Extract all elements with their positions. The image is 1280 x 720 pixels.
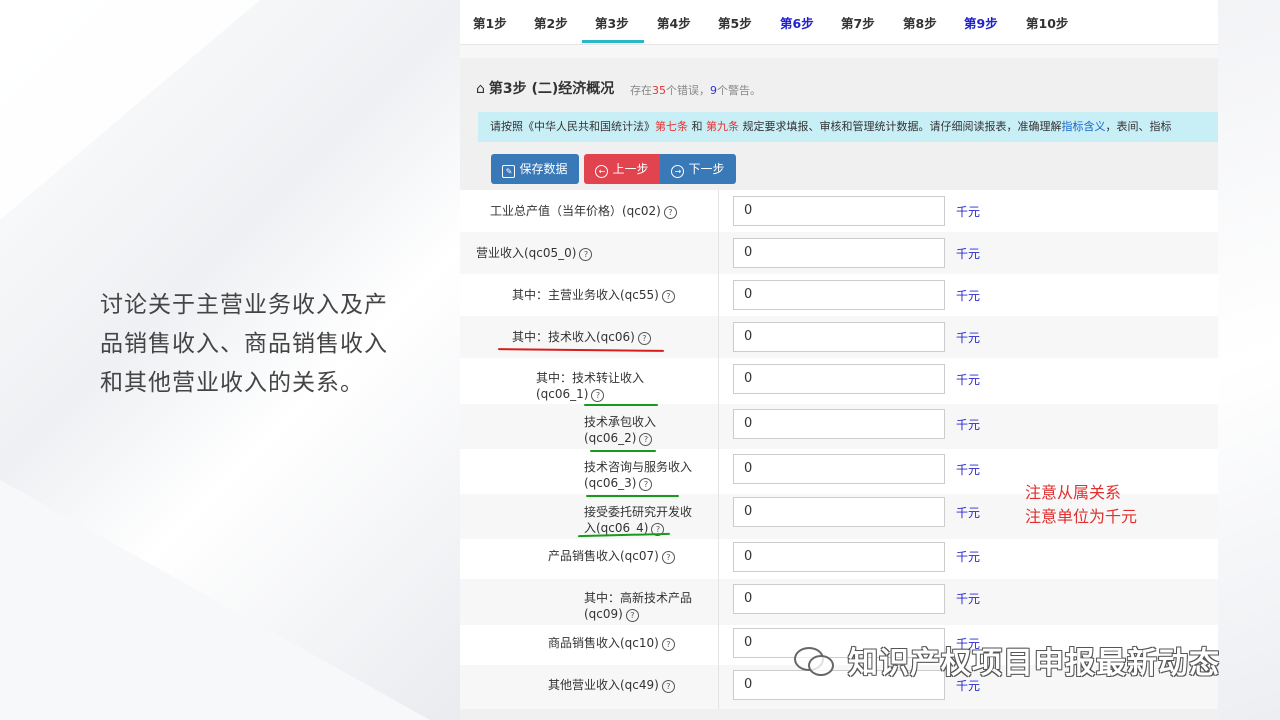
help-icon[interactable]: ? (591, 389, 605, 402)
unit-link[interactable]: 千元 (956, 203, 980, 220)
qc06-2-input[interactable]: 0 (733, 409, 945, 439)
qc06-3-input[interactable]: 0 (733, 454, 945, 484)
indicator-meaning-link[interactable]: 指标含义 (1062, 120, 1106, 133)
form-row: 工业总产值（当年价格）(qc02)? 0 千元 (460, 190, 1218, 232)
unit-link[interactable]: 千元 (956, 590, 980, 607)
unit-link[interactable]: 千元 (956, 245, 980, 262)
qc06-1-input[interactable]: 0 (733, 364, 945, 394)
page-title: ⌂ 第3步 (二)经济概况 (476, 81, 615, 97)
save-button[interactable]: ✎ 保存数据 (491, 154, 579, 184)
wechat-icon (794, 643, 836, 677)
help-icon[interactable]: ? (661, 551, 675, 564)
arrow-right-circle-icon: → (671, 165, 685, 178)
arrow-left-circle-icon: ← (595, 165, 609, 178)
form-row: 产品销售收入(qc07)? 0 千元 (460, 539, 1218, 579)
unit-link[interactable]: 千元 (956, 371, 980, 388)
qc02-input[interactable]: 0 (733, 196, 945, 226)
tab-step-6[interactable]: 第6步 (780, 13, 814, 32)
qc07-input[interactable]: 0 (733, 542, 945, 572)
previous-step-button[interactable]: ← 上一步 (584, 154, 660, 184)
error-count: 35 (652, 84, 666, 97)
help-icon[interactable]: ? (661, 290, 675, 303)
active-tab-indicator (582, 40, 644, 43)
form-row: 营业收入(qc05_0)? 0 千元 (460, 232, 1218, 274)
green-underline (590, 450, 656, 452)
background-shape (0, 480, 430, 720)
annotation-note: 注意从属关系 注意单位为千元 (1025, 483, 1138, 526)
help-icon[interactable]: ? (639, 478, 653, 491)
qc05-0-input[interactable]: 0 (733, 238, 945, 268)
help-icon[interactable]: ? (661, 680, 675, 693)
tab-step-1[interactable]: 第1步 (473, 13, 507, 32)
tab-step-2[interactable]: 第2步 (534, 13, 568, 32)
form-row: 其中：技术转让收入(qc06_1)? 0 千元 (460, 358, 1218, 404)
help-icon[interactable]: ? (663, 206, 677, 219)
unit-link[interactable]: 千元 (956, 548, 980, 565)
form-row: 其中：技术收入(qc06)? 0 千元 (460, 316, 1218, 358)
step-tabs: 第1步 第2步 第3步 第4步 第5步 第6步 第7步 第8步 第9步 第10步 (460, 0, 1218, 45)
tab-step-8[interactable]: 第8步 (903, 13, 937, 32)
qc55-input[interactable]: 0 (733, 280, 945, 310)
discussion-text: 讨论关于主营业务收入及产品销售收入、商品销售收入和其他营业收入的关系。 (100, 292, 388, 396)
qc06-4-input[interactable]: 0 (733, 497, 945, 527)
slide-background-right (1218, 0, 1280, 720)
form-row: 其中：主营业务收入(qc55)? 0 千元 (460, 274, 1218, 316)
qc06-input[interactable]: 0 (733, 322, 945, 352)
form-screenshot: 第1步 第2步 第3步 第4步 第5步 第6步 第7步 第8步 第9步 第10步… (460, 0, 1218, 720)
wechat-watermark: 知识产权项目申报最新动态 (794, 640, 1220, 681)
tab-step-10[interactable]: 第10步 (1026, 13, 1068, 32)
green-underline (584, 404, 658, 406)
help-icon[interactable]: ? (639, 433, 653, 446)
form-row: 技术承包收入(qc06_2)? 0 千元 (460, 404, 1218, 449)
help-icon[interactable]: ? (637, 332, 651, 345)
form-row: 其中：高新技术产品(qc09)? 0 千元 (460, 579, 1218, 625)
help-icon[interactable]: ? (579, 248, 593, 261)
unit-link[interactable]: 千元 (956, 329, 980, 346)
help-icon[interactable]: ? (625, 609, 639, 622)
green-underline (586, 495, 679, 497)
unit-link[interactable]: 千元 (956, 461, 980, 478)
tab-step-9[interactable]: 第9步 (964, 13, 998, 32)
tab-step-7[interactable]: 第7步 (841, 13, 875, 32)
unit-link[interactable]: 千元 (956, 287, 980, 304)
warning-count: 9 (710, 84, 717, 97)
next-step-button[interactable]: → 下一步 (660, 154, 736, 184)
unit-link[interactable]: 千元 (956, 504, 980, 521)
tab-step-5[interactable]: 第5步 (718, 13, 752, 32)
home-icon: ⌂ (476, 81, 485, 97)
help-icon[interactable]: ? (661, 638, 675, 651)
unit-link[interactable]: 千元 (956, 416, 980, 433)
notice-banner: 请按照《中华人民共和国统计法》第七条 和 第九条 规定要求填报、审核和管理统计数… (478, 112, 1218, 142)
background-shape (0, 0, 260, 220)
tab-step-4[interactable]: 第4步 (657, 13, 691, 32)
validation-summary: 存在35个错误，9个警告。 (630, 84, 761, 97)
column-divider (718, 190, 719, 709)
tab-step-3[interactable]: 第3步 (595, 13, 629, 32)
edit-icon: ✎ (502, 165, 516, 178)
qc09-input[interactable]: 0 (733, 584, 945, 614)
